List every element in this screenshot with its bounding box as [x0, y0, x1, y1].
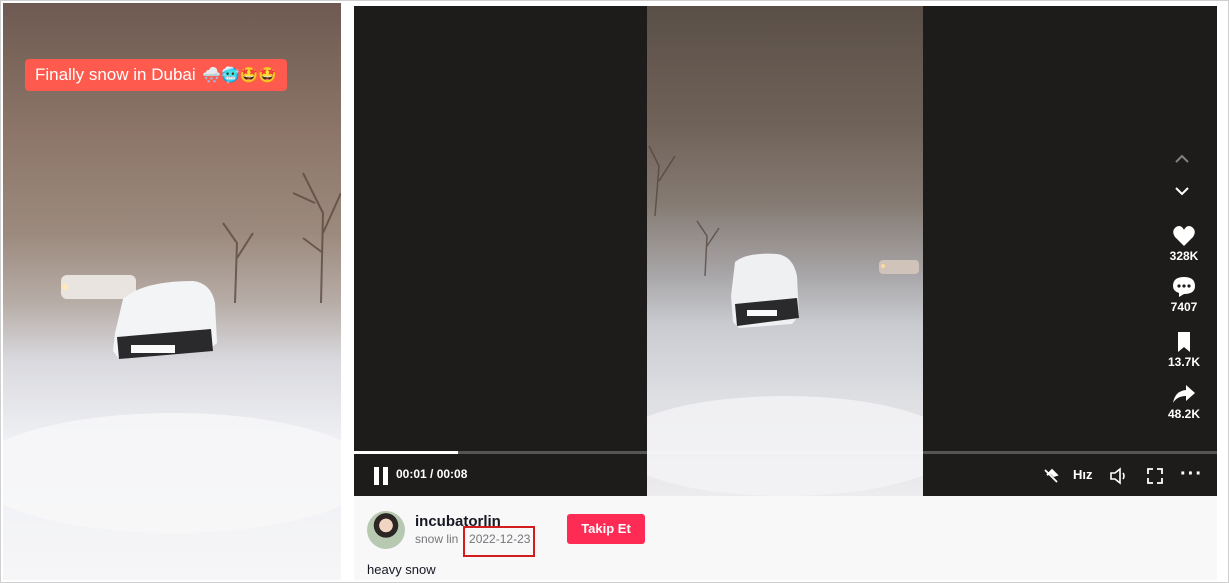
video-info-bar: incubatorlin snow lin · 2022-12-23 Takip…	[354, 496, 1217, 580]
author-display-name: snow lin	[415, 532, 459, 546]
video-player[interactable]: 328K 7407 13.7K 48.2K 00:01 / 00:08 Hız …	[354, 6, 1217, 496]
like-count: 328K	[1169, 249, 1199, 263]
video-description: heavy snow	[367, 562, 436, 577]
date-highlight-box	[463, 526, 535, 557]
share-count: 48.2K	[1167, 407, 1201, 421]
video-caption: Finally snow in Dubai 🌨️🥶🤩🤩	[25, 59, 288, 91]
snow-scene-illustration	[647, 145, 923, 496]
video-thumbnail[interactable]: Finally snow in Dubai 🌨️🥶🤩🤩	[3, 3, 341, 580]
bookmark-icon	[1178, 332, 1190, 352]
comment-icon	[1173, 277, 1195, 297]
progress-bar[interactable]	[354, 451, 1217, 454]
avatar[interactable]	[367, 511, 405, 549]
follow-button[interactable]: Takip Et	[567, 514, 645, 544]
volume-icon[interactable]	[1109, 467, 1129, 485]
share-button[interactable]: 48.2K	[1159, 383, 1209, 421]
time-readout: 00:01 / 00:08	[396, 467, 468, 481]
caption-emojis: 🌨️🥶🤩🤩	[202, 67, 278, 84]
heart-icon	[1173, 226, 1195, 246]
progress-fill	[354, 451, 458, 454]
like-button[interactable]: 328K	[1159, 225, 1209, 263]
pip-icon[interactable]	[1042, 467, 1060, 485]
chevron-up-icon[interactable]	[1170, 150, 1194, 168]
comment-count: 7407	[1170, 300, 1198, 314]
share-icon	[1173, 385, 1195, 403]
speed-button[interactable]: Hız	[1073, 467, 1093, 482]
caption-text: Finally snow in Dubai	[35, 65, 196, 84]
save-button[interactable]: 13.7K	[1159, 331, 1209, 369]
more-icon[interactable]: ···	[1180, 464, 1203, 484]
pause-icon[interactable]	[373, 467, 389, 485]
fullscreen-icon[interactable]	[1146, 467, 1164, 485]
save-count: 13.7K	[1167, 355, 1201, 369]
chevron-down-icon[interactable]	[1170, 182, 1194, 200]
video-frame	[647, 6, 923, 496]
comment-button[interactable]: 7407	[1159, 276, 1209, 314]
